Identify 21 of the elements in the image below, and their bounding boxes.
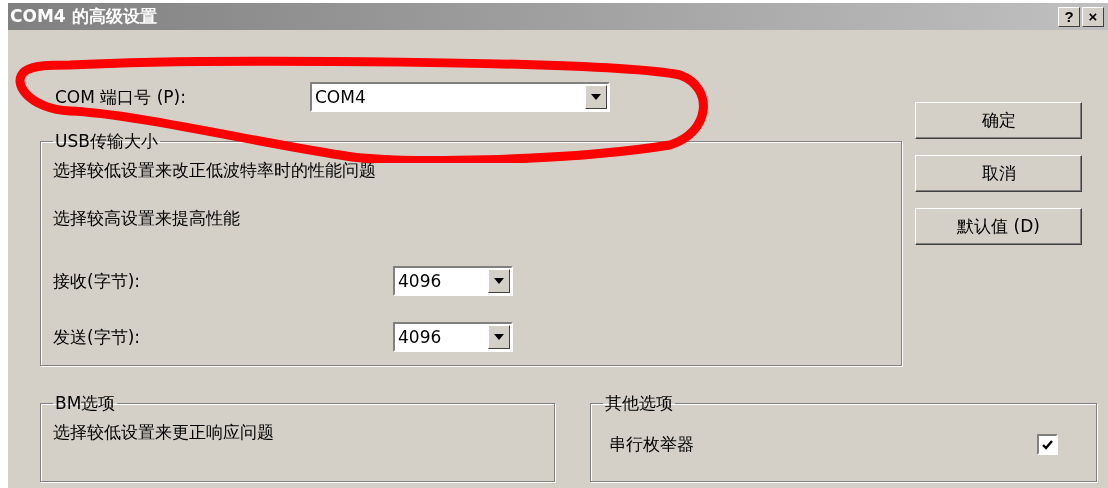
field-label: 接收(字节): <box>53 269 141 293</box>
window-title: COM4 的高级设置 <box>10 5 157 28</box>
description-text: 选择较高设置来提高性能 <box>53 208 240 228</box>
group-title: BM选项 <box>54 392 117 415</box>
dialog-button[interactable]: 取消 <box>915 155 1082 192</box>
description-text: 选择较低设置来改正低波特率时的性能问题 <box>53 160 376 180</box>
dialog-button[interactable]: 默认值 (D) <box>915 208 1082 245</box>
dialog-button[interactable]: 确定 <box>915 102 1082 139</box>
dropdown[interactable]: 4096 <box>393 266 513 296</box>
field-label: 发送(字节): <box>53 325 141 349</box>
group-title: 其他选项 <box>604 392 674 415</box>
group-title: USB传输大小 <box>54 130 159 153</box>
option-label: 串行枚举器 <box>609 433 694 456</box>
dropdown[interactable]: COM4 <box>310 82 610 112</box>
checkmark-icon <box>1042 439 1053 450</box>
help-button[interactable]: ? <box>1058 6 1080 27</box>
port-label: COM 端口号 (P): <box>54 85 187 109</box>
dropdown[interactable]: 4096 <box>393 322 513 352</box>
close-button[interactable]: × <box>1082 6 1104 27</box>
description-text: 选择较低设置来更正响应问题 <box>53 422 274 442</box>
checkbox[interactable] <box>1037 434 1058 455</box>
